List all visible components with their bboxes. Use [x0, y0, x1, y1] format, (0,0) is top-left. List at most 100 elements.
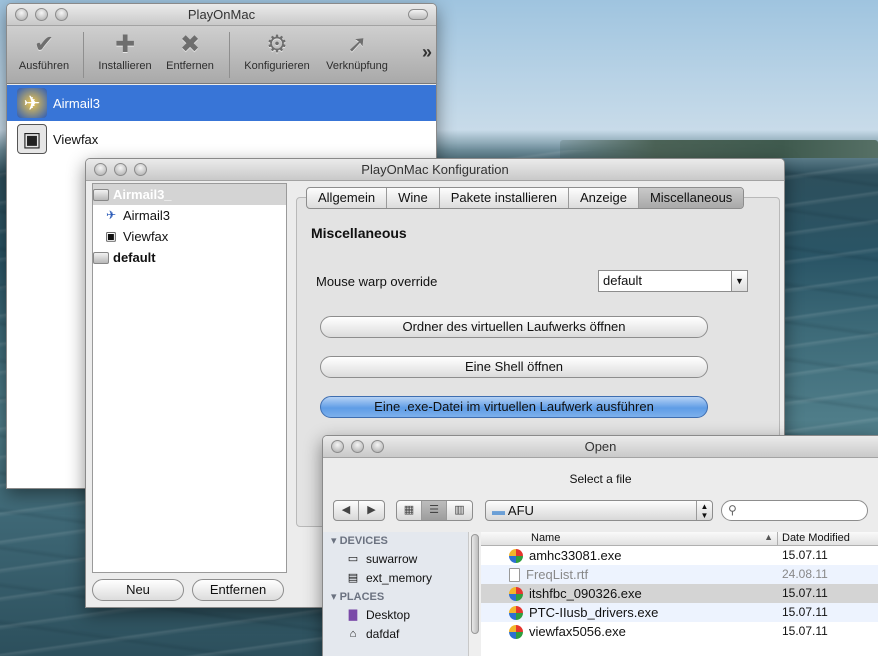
view-mode-control: ▦ ☰ ▥	[396, 500, 473, 521]
tab-pakete-installieren[interactable]: Pakete installieren	[440, 188, 569, 208]
file-date: 15.07.11	[782, 548, 828, 562]
file-row[interactable]: amhc33081.exe 15.07.11	[481, 546, 878, 565]
shortcut-button[interactable]: ➚ Verknüpfung	[319, 30, 395, 72]
column-view-icon[interactable]: ▥	[447, 501, 472, 520]
icon-view-icon[interactable]: ▦	[397, 501, 422, 520]
run-exe-button[interactable]: Eine .exe-Datei im virtuellen Laufwerk a…	[320, 396, 708, 418]
x-icon: ✖	[179, 31, 201, 58]
folder-name: AFU	[507, 503, 534, 518]
tab-miscellaneous[interactable]: Miscellaneous	[638, 188, 744, 208]
sidebar-item-label: Desktop	[366, 608, 411, 622]
tab-allgemein[interactable]: Allgemein	[307, 188, 388, 208]
zoom-window-button[interactable]	[55, 8, 68, 21]
file-name: viewfax5056.exe	[529, 624, 626, 639]
shortcut-label: Verknüpfung	[326, 60, 388, 72]
desktop-icon: ▇	[348, 609, 358, 621]
dropdown-arrow-icon: ▼	[731, 271, 747, 291]
file-name: itshfbc_090326.exe	[529, 586, 642, 601]
tree-node-viewfax[interactable]: ▣ Viewfax	[93, 226, 286, 247]
forward-icon[interactable]: ▶	[359, 501, 384, 520]
back-forward-control: ◀ ▶	[333, 500, 385, 521]
sidebar-header-devices: ▾ DEVICES	[331, 535, 388, 547]
section-title: Miscellaneous	[311, 225, 407, 241]
tree-node-label: Airmail3_	[113, 187, 172, 202]
mouse-warp-select[interactable]: default ▼	[598, 270, 748, 292]
plus-icon: ✚	[114, 31, 136, 58]
back-icon[interactable]: ◀	[334, 501, 359, 520]
exe-file-icon	[509, 605, 523, 620]
sort-ascending-icon: ▲	[764, 532, 773, 542]
tree-node-airmail3-prefix[interactable]: Airmail3_	[93, 184, 286, 205]
arrow-icon: ➚	[346, 31, 368, 58]
configure-label: Konfigurieren	[244, 60, 310, 72]
sidebar-item-label: dafdaf	[366, 627, 400, 641]
mouse-warp-value: default	[603, 273, 643, 288]
file-date: 24.08.11	[782, 567, 828, 581]
minimize-window-button[interactable]	[35, 8, 48, 21]
tab-bar: Allgemein Wine Pakete installieren Anzei…	[306, 187, 745, 209]
file-list-header: Name ▲ Date Modified	[481, 532, 878, 546]
sidebar-item-label: ext_memory	[366, 571, 433, 585]
install-button[interactable]: ✚ Installieren	[93, 30, 157, 72]
app-name: Viewfax	[53, 131, 99, 147]
title-bar[interactable]: PlayOnMac	[7, 4, 436, 26]
zoom-window-button[interactable]	[371, 440, 384, 453]
sidebar-scrollbar[interactable]	[468, 532, 481, 656]
file-date: 15.07.11	[782, 586, 828, 600]
minimize-window-button[interactable]	[114, 163, 127, 176]
tree-node-label: default	[113, 250, 156, 265]
file-row[interactable]: viewfax5056.exe 15.07.11	[481, 622, 878, 641]
column-date-header[interactable]: Date Modified	[778, 532, 850, 545]
zoom-window-button[interactable]	[134, 163, 147, 176]
drive-icon: ▤	[347, 572, 359, 584]
new-prefix-button[interactable]: Neu	[92, 579, 184, 601]
title-bar[interactable]: PlayOnMac Konfiguration	[86, 159, 784, 181]
viewfax-icon: ▣	[105, 229, 117, 243]
toolbar-separator	[229, 32, 230, 78]
toolbar-toggle-button[interactable]	[408, 9, 428, 20]
folder-popup[interactable]: ▬ AFU ▲ ▼	[485, 500, 713, 521]
app-row-viewfax[interactable]: ▣ Viewfax	[7, 121, 436, 157]
close-window-button[interactable]	[331, 440, 344, 453]
open-virtual-drive-button[interactable]: Ordner des virtuellen Laufwerks öffnen	[320, 316, 708, 338]
app-name: Airmail3	[53, 95, 100, 111]
close-window-button[interactable]	[94, 163, 107, 176]
run-label: Ausführen	[18, 60, 70, 72]
minimize-window-button[interactable]	[351, 440, 364, 453]
remove-button[interactable]: ✖ Entfernen	[161, 30, 219, 72]
sidebar-header-places: ▾ PLACES	[331, 591, 385, 603]
run-button[interactable]: ✔ Ausführen	[13, 30, 75, 72]
column-name-header[interactable]: Name ▲	[481, 532, 778, 545]
sidebar-item-suwarrow[interactable]: ▭ suwarrow	[323, 550, 480, 569]
exe-file-icon	[509, 586, 523, 601]
gear-icon: ⚙	[266, 31, 288, 58]
sidebar-item-dafdaf[interactable]: ⌂ dafdaf	[323, 625, 480, 644]
drive-icon	[93, 251, 109, 264]
tree-node-default[interactable]: default	[93, 247, 286, 268]
tab-wine[interactable]: Wine	[387, 188, 440, 208]
title-bar[interactable]: Open	[323, 436, 878, 458]
remove-prefix-button[interactable]: Entfernen	[192, 579, 284, 601]
airmail-icon: ✈	[17, 88, 47, 118]
file-row[interactable]: PTC-IIusb_drivers.exe 15.07.11	[481, 603, 878, 622]
search-field[interactable]: ⚲	[721, 500, 868, 521]
close-window-button[interactable]	[15, 8, 28, 21]
tree-node-airmail3[interactable]: ✈ Airmail3	[93, 205, 286, 226]
file-row[interactable]: itshfbc_090326.exe 15.07.11	[481, 584, 878, 603]
install-label: Installieren	[98, 60, 152, 72]
app-row-airmail3[interactable]: ✈ Airmail3	[7, 85, 436, 121]
computer-icon: ▭	[347, 553, 359, 565]
tab-anzeige[interactable]: Anzeige	[569, 188, 639, 208]
tree-node-label: Airmail3	[123, 208, 170, 223]
sidebar-item-desktop[interactable]: ▇ Desktop	[323, 606, 480, 625]
open-shell-button[interactable]: Eine Shell öffnen	[320, 356, 708, 378]
scrollbar-thumb[interactable]	[471, 534, 479, 634]
window-title: Open	[584, 439, 617, 454]
configure-button[interactable]: ⚙ Konfigurieren	[237, 30, 317, 72]
list-view-icon[interactable]: ☰	[422, 501, 447, 520]
checkmark-icon: ✔	[33, 31, 55, 58]
file-name: FreqList.rtf	[526, 567, 589, 582]
folder-icon: ▬	[492, 503, 505, 518]
sidebar-item-ext-memory[interactable]: ▤ ext_memory	[323, 569, 480, 588]
toolbar-overflow-icon[interactable]: »	[422, 42, 432, 63]
